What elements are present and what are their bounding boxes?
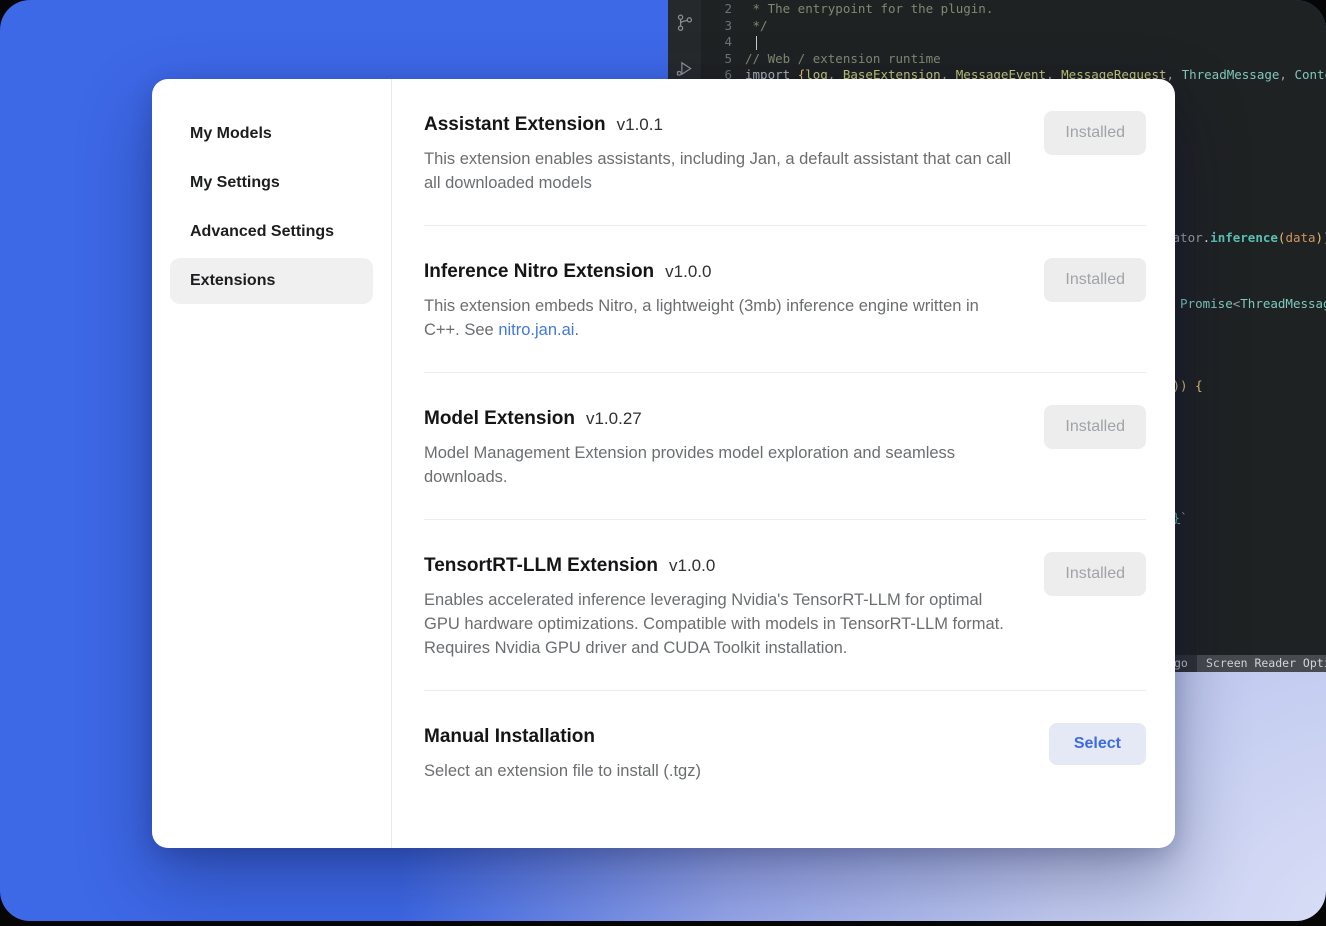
sidebar-item-label: My Models bbox=[190, 125, 272, 143]
sidebar-item-label: My Settings bbox=[190, 174, 280, 192]
extension-info: TensortRT-LLM Extension v1.0.0 Enables acc… bbox=[424, 552, 1016, 660]
extension-info: Manual Installation Select an extension f… bbox=[424, 723, 701, 783]
line-number: 3 bbox=[701, 18, 745, 35]
installed-button[interactable]: Installed bbox=[1044, 405, 1146, 449]
extension-title: TensortRT-LLM Extension v1.0.0 bbox=[424, 552, 1016, 579]
extension-description: Select an extension file to install (.tg… bbox=[424, 759, 701, 783]
extension-info: Model Extension v1.0.27 Model Management E… bbox=[424, 405, 1016, 489]
extension-name: TensortRT-LLM Extension bbox=[424, 555, 658, 576]
installed-button[interactable]: Installed bbox=[1044, 552, 1146, 596]
extension-title: Manual Installation bbox=[424, 723, 701, 750]
code-token: inference bbox=[1210, 230, 1278, 245]
code-token: , bbox=[1279, 67, 1294, 84]
settings-modal: My Models My Settings Advanced Settings Ext… bbox=[152, 79, 1175, 848]
code-token: Promise bbox=[1165, 296, 1233, 311]
line-number: 2 bbox=[701, 1, 745, 18]
code-lines: 2 * The entrypoint for the plugin.3 */45… bbox=[701, 1, 1326, 84]
extension-title: Assistant Extension v1.0.1 bbox=[424, 111, 1016, 138]
code-line: 2 * The entrypoint for the plugin. bbox=[701, 1, 1326, 18]
extension-link[interactable]: nitro.jan.ai bbox=[498, 321, 574, 339]
settings-sidebar: My Models My Settings Advanced Settings Ext… bbox=[152, 79, 392, 848]
installed-button[interactable]: Installed bbox=[1044, 258, 1146, 302]
source-control-icon[interactable] bbox=[674, 12, 695, 36]
code-line: 4 bbox=[701, 34, 1326, 51]
code-line: 5// Web / extension runtime bbox=[701, 51, 1326, 68]
extension-name: Manual Installation bbox=[424, 726, 595, 747]
sidebar-item-my-settings[interactable]: My Settings bbox=[170, 160, 373, 206]
sidebar-item-my-models[interactable]: My Models bbox=[170, 111, 373, 157]
sidebar-item-label: Advanced Settings bbox=[190, 223, 334, 241]
extension-description: Enables accelerated inference leveraging… bbox=[424, 588, 1016, 660]
code-token: // Web / extension runtime bbox=[745, 51, 941, 68]
extension-row: Model Extension v1.0.27 Model Management E… bbox=[424, 373, 1146, 520]
extension-version: v1.0.1 bbox=[617, 115, 663, 134]
code-token: ` bbox=[1180, 510, 1188, 525]
extension-version: v1.0.27 bbox=[586, 409, 642, 428]
extension-row: Assistant Extension v1.0.1 This extension … bbox=[424, 79, 1146, 226]
code-token: ContentType bbox=[1294, 67, 1326, 84]
extension-name: Assistant Extension bbox=[424, 114, 606, 135]
extension-name: Inference Nitro Extension bbox=[424, 261, 654, 282]
line-number: 5 bbox=[701, 51, 745, 68]
code-token: ThreadMessage bbox=[1182, 67, 1280, 84]
code-fragment: rator.inference(data)); bbox=[1165, 230, 1326, 246]
extension-info: Inference Nitro Extension v1.0.0 This exte… bbox=[424, 258, 1016, 342]
code-token: */ bbox=[745, 18, 768, 35]
code-fragment: Promise<ThreadMessage> bbox=[1165, 296, 1326, 312]
code-token: ThreadMessage bbox=[1240, 296, 1326, 311]
status-bar-left-text: go bbox=[1174, 655, 1188, 672]
extension-row: Manual Installation Select an extension f… bbox=[424, 691, 1146, 813]
extensions-list: Assistant Extension v1.0.1 This extension … bbox=[392, 79, 1175, 848]
line-number: 4 bbox=[701, 34, 745, 51]
code-line: 3 */ bbox=[701, 18, 1326, 35]
code-token: )) bbox=[1316, 230, 1326, 245]
code-token: data bbox=[1285, 230, 1315, 245]
app-window: 2 * The entrypoint for the plugin.3 */45… bbox=[0, 0, 1326, 921]
select-file-button[interactable]: Select bbox=[1049, 723, 1146, 765]
screen-reader-status-item[interactable]: Screen Reader Optimized bbox=[1197, 655, 1326, 672]
extension-row: Inference Nitro Extension v1.0.0 This exte… bbox=[424, 226, 1146, 373]
extension-version: v1.0.0 bbox=[669, 556, 715, 575]
code-token: , bbox=[1167, 67, 1182, 84]
extension-title: Inference Nitro Extension v1.0.0 bbox=[424, 258, 1016, 285]
sidebar-item-label: Extensions bbox=[190, 272, 275, 290]
extension-name: Model Extension bbox=[424, 408, 575, 429]
extension-description: This extension embeds Nitro, a lightweig… bbox=[424, 294, 1016, 342]
extension-description: This extension enables assistants, inclu… bbox=[424, 147, 1016, 195]
text-cursor bbox=[756, 36, 757, 50]
extension-info: Assistant Extension v1.0.1 This extension … bbox=[424, 111, 1016, 195]
installed-button[interactable]: Installed bbox=[1044, 111, 1146, 155]
extension-version: v1.0.0 bbox=[665, 262, 711, 281]
sidebar-item-advanced-settings[interactable]: Advanced Settings bbox=[170, 209, 373, 255]
sidebar-item-extensions[interactable]: Extensions bbox=[170, 258, 373, 304]
code-token: * The entrypoint for the plugin. bbox=[745, 1, 993, 18]
extension-description: Model Management Extension provides mode… bbox=[424, 441, 1016, 489]
extension-title: Model Extension v1.0.27 bbox=[424, 405, 1016, 432]
extension-row: TensortRT-LLM Extension v1.0.0 Enables acc… bbox=[424, 520, 1146, 691]
